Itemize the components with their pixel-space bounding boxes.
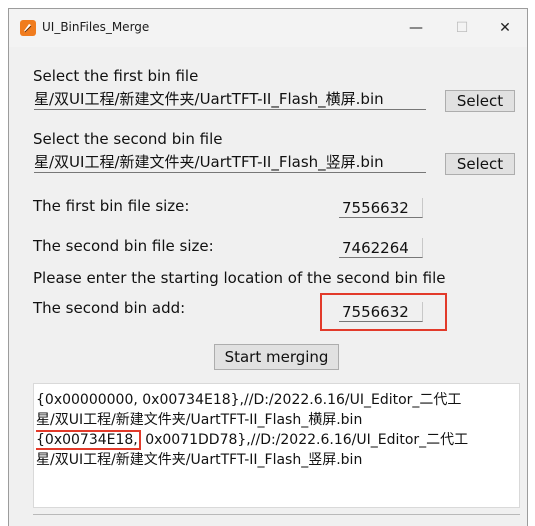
output-highlight: {0x00734E18, (36, 430, 141, 450)
output-line: 星/双UI工程/新建文件夹/UartTFT-II_Flash_横屏.bin (36, 412, 363, 428)
second-file-select-button[interactable]: Select (445, 153, 515, 175)
first-file-label: Select the first bin file (33, 67, 199, 85)
output-line: {0x00000000, 0x00734E18},//D:/2022.6.16/… (36, 392, 462, 408)
merge-window: UI_BinFiles_Merge — ☐ ✕ Select the first… (8, 8, 528, 526)
first-file-path-field[interactable]: 星/双UI工程/新建文件夹/UartTFT-II_Flash_横屏.bin (34, 89, 426, 110)
output-line-rest: 0x0071DD78},//D:/2022.6.16/UI_Editor_二代工 (140, 432, 469, 448)
first-file-select-button[interactable]: Select (445, 90, 515, 112)
second-file-label: Select the second bin file (33, 130, 223, 148)
output-line: {0x00734E18, 0x0071DD78},//D:/2022.6.16/… (36, 430, 517, 450)
second-add-highlight (320, 293, 447, 331)
second-file-path-text: 星/双UI工程/新建文件夹/UartTFT-II_Flash_竖屏.bin (34, 153, 384, 171)
first-file-path-text: 星/双UI工程/新建文件夹/UartTFT-II_Flash_横屏.bin (34, 90, 384, 108)
minimize-button[interactable]: — (393, 9, 439, 47)
second-size-label: The second bin file size: (33, 237, 214, 255)
second-file-path-field[interactable]: 星/双UI工程/新建文件夹/UartTFT-II_Flash_竖屏.bin (34, 152, 426, 173)
window-title: UI_BinFiles_Merge (42, 20, 150, 34)
bottom-divider (33, 514, 520, 515)
title-bar[interactable]: UI_BinFiles_Merge — ☐ ✕ (9, 9, 527, 47)
instruction-text: Please enter the starting location of th… (33, 269, 446, 287)
maximize-button[interactable]: ☐ (439, 9, 485, 47)
close-button[interactable]: ✕ (482, 9, 528, 47)
second-size-field[interactable]: 7462264 (339, 238, 423, 258)
app-icon (20, 20, 36, 36)
start-merging-button[interactable]: Start merging (214, 344, 339, 370)
merge-output-text[interactable]: {0x00000000, 0x00734E18},//D:/2022.6.16/… (33, 383, 520, 508)
first-size-label: The first bin file size: (33, 197, 190, 215)
first-size-field[interactable]: 7556632 (339, 198, 423, 218)
output-line: 星/双UI工程/新建文件夹/UartTFT-II_Flash_竖屏.bin (36, 452, 363, 468)
second-add-label: The second bin add: (33, 299, 186, 317)
